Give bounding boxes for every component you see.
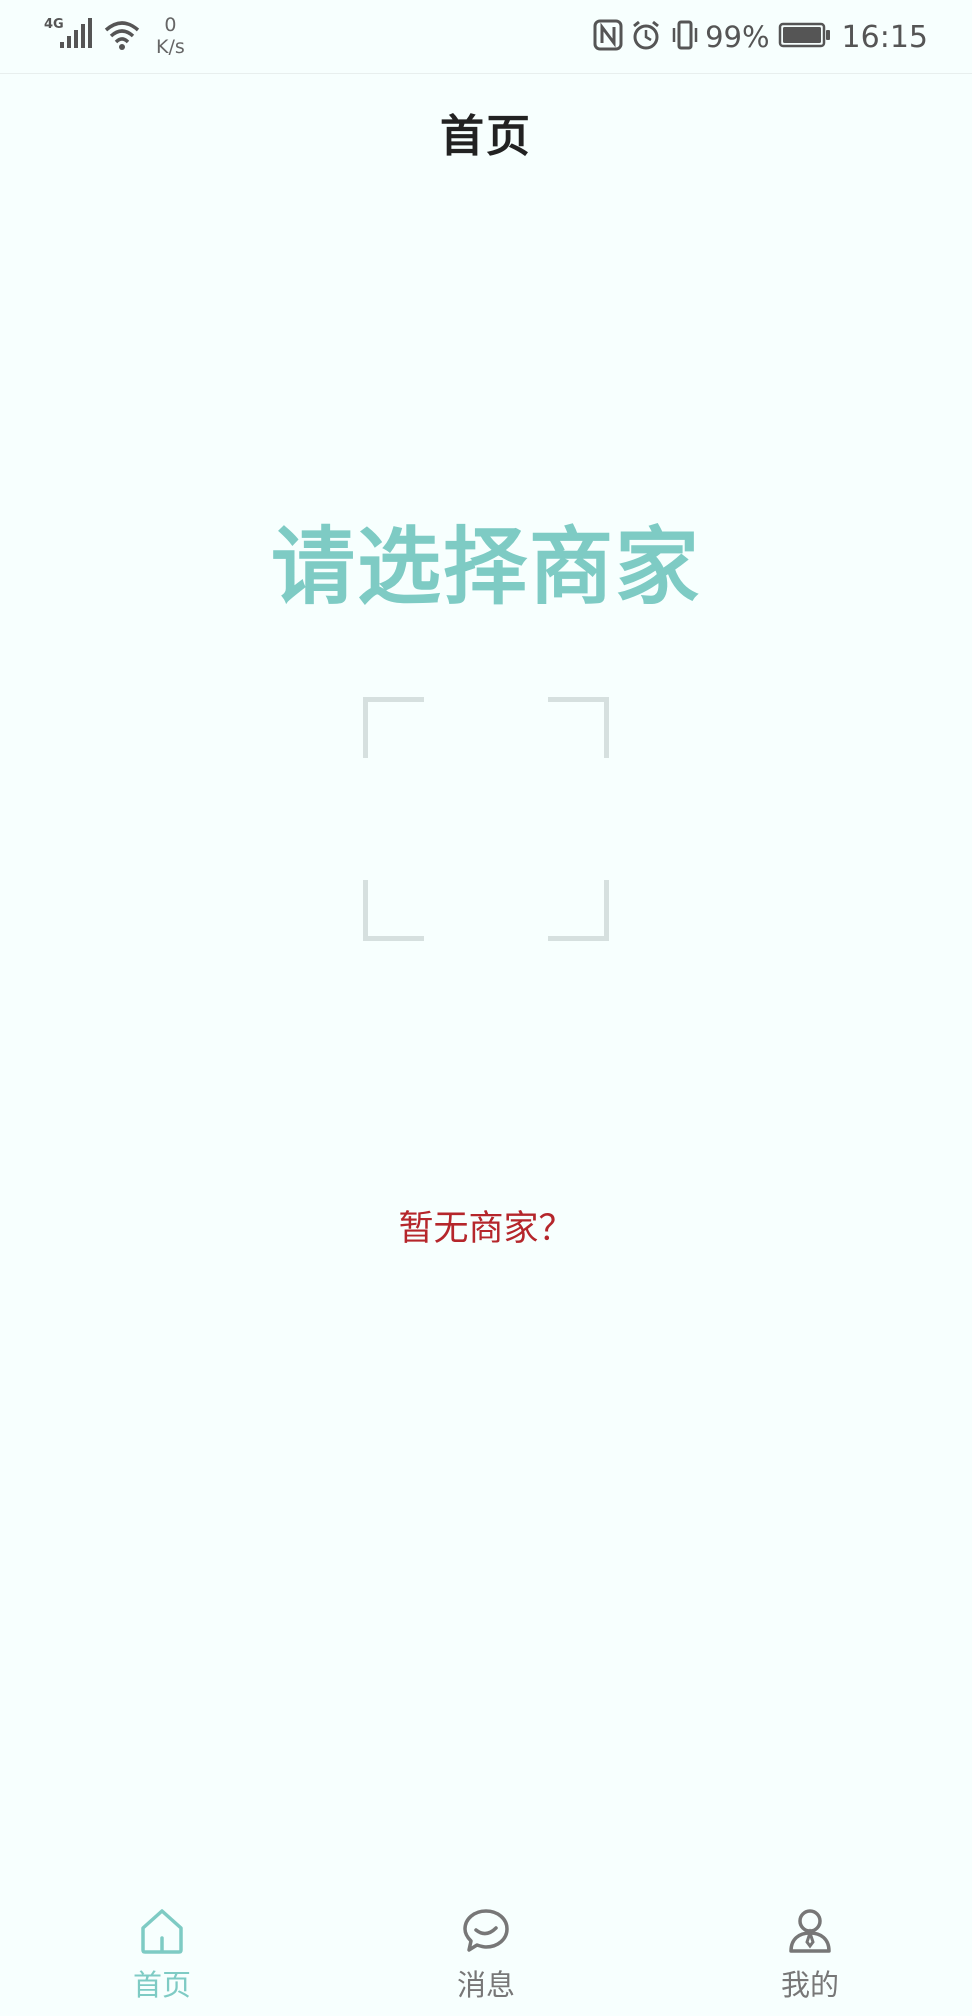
wifi-icon [102,14,142,58]
status-bar: 4G 0 K/s 99% 16:15 [0,0,972,74]
user-icon [785,1906,835,1956]
network-speed: 0 K/s [156,14,185,58]
status-bar-right: 99% 16:15 [593,14,928,60]
nfc-icon [593,19,623,55]
tab-home[interactable]: 首页 [62,1880,262,2016]
scan-frame[interactable] [363,697,609,941]
bottom-tab-bar: 首页 消息 我的 [0,1880,972,2016]
tab-messages[interactable]: 消息 [386,1880,586,2016]
svg-text:4G: 4G [44,17,64,32]
page-title: 首页 [440,111,532,162]
tab-home-label: 首页 [132,1968,191,2002]
network-speed-value: 0 [164,14,177,36]
network-speed-unit: K/s [156,36,185,58]
tab-profile[interactable]: 我的 [710,1880,910,2016]
status-bar-left: 4G 0 K/s [44,14,185,60]
battery-icon [778,21,832,53]
select-merchant-heading: 请选择商家 [270,518,701,616]
tab-messages-label: 消息 [456,1968,515,2002]
chat-bubble-icon [461,1906,511,1956]
no-merchant-link[interactable]: 暂无商家？ [0,1200,972,1251]
scan-corner-bottom-left [363,880,424,941]
home-icon [137,1906,187,1956]
alarm-clock-icon [631,19,661,55]
battery-percentage: 99% [705,20,770,54]
scan-corner-top-left [363,697,424,758]
tab-profile-label: 我的 [780,1968,839,2002]
scan-corner-top-right [548,697,609,758]
cellular-signal-icon: 4G [44,14,94,58]
scan-corner-bottom-right [548,880,609,941]
clock: 16:15 [841,19,928,55]
vibrate-icon [669,19,701,55]
